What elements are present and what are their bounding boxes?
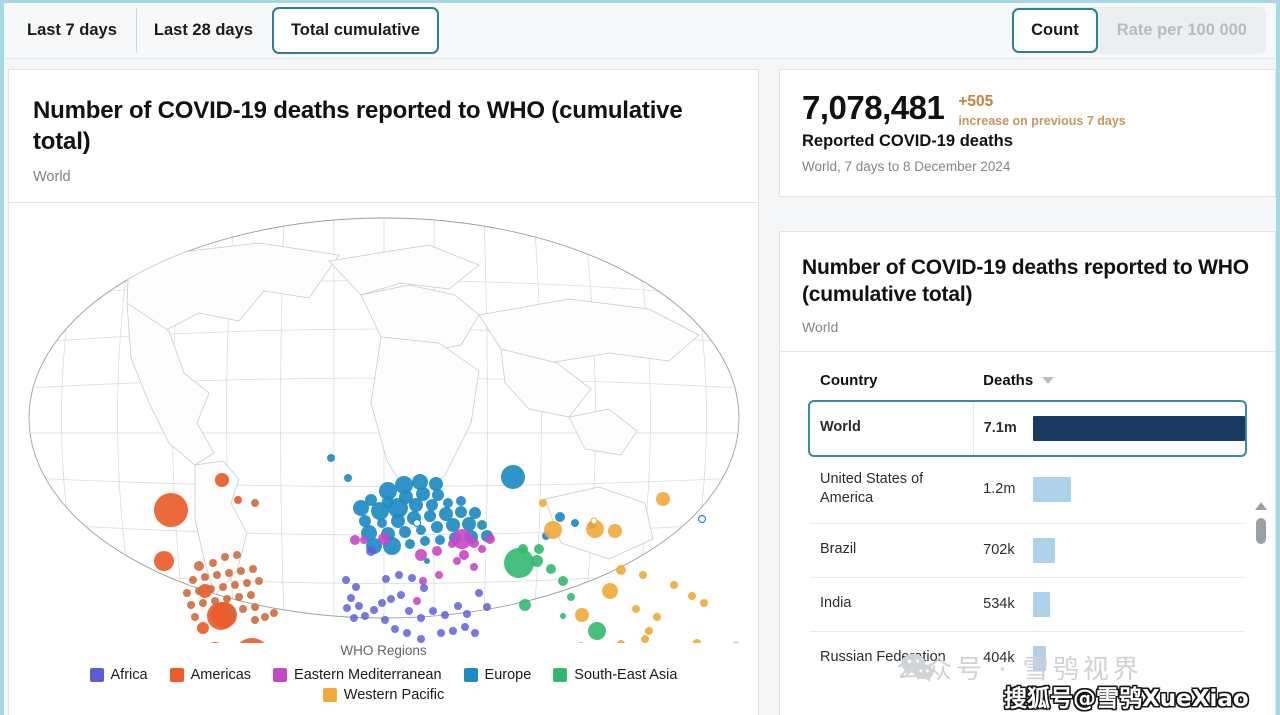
table-scroll-region[interactable]: Country Deaths World 7.1m United States … — [780, 352, 1275, 685]
bar-russian-federation — [1033, 645, 1046, 671]
period-tab-group: Last 7 days Last 28 days Total cumulativ… — [8, 7, 439, 55]
cell-deaths-bar — [1025, 454, 1245, 524]
column-header-deaths[interactable]: Deaths — [973, 368, 1245, 402]
table-scrollbar[interactable] — [1255, 501, 1267, 715]
table-row[interactable]: United States of America 1.2m — [810, 454, 1245, 524]
table-row[interactable]: India 534k — [810, 576, 1245, 632]
cell-country: India — [810, 576, 974, 632]
legend-swatch-eastern-mediterranean — [273, 668, 288, 682]
cell-deaths-bar — [1025, 576, 1245, 632]
map-card-header: Number of COVID-19 deaths reported to WH… — [9, 70, 758, 203]
legend-swatch-western-pacific — [322, 688, 337, 702]
legend-title: WHO Regions — [340, 643, 427, 658]
top-toolbar: Last 7 days Last 28 days Total cumulativ… — [4, 3, 1276, 59]
table-card-header: Number of COVID-19 deaths reported to WH… — [780, 232, 1275, 352]
table-header-row: Country Deaths — [810, 368, 1245, 402]
cell-deaths-value: 404k — [973, 630, 1025, 685]
stat-top-row: 7,078,481 +505 increase on previous 7 da… — [802, 90, 1253, 128]
scroll-up-arrow-icon[interactable] — [1255, 501, 1267, 510]
legend-label-western-pacific: Western Pacific — [343, 687, 445, 703]
bar-brazil — [1033, 537, 1055, 563]
legend-label-africa: Africa — [110, 667, 148, 683]
table-head: Country Deaths — [810, 368, 1245, 402]
country-table-card: Number of COVID-19 deaths reported to WH… — [779, 231, 1276, 715]
legend-item-western-pacific[interactable]: Western Pacific — [322, 687, 445, 703]
cell-country: Brazil — [810, 522, 974, 578]
tab-total-cumulative[interactable]: Total cumulative — [271, 7, 439, 54]
bar-world — [1033, 415, 1245, 441]
legend-label-americas: Americas — [190, 667, 252, 683]
scrollbar-thumb[interactable] — [1256, 517, 1266, 544]
measure-toggle: Count Rate per 100 000 — [1012, 7, 1266, 54]
stat-delta-block: +505 increase on previous 7 days — [958, 90, 1125, 128]
legend-label-eastern-mediterranean: Eastern Mediterranean — [294, 667, 442, 683]
legend-label-south-east-asia: South-East Asia — [574, 667, 678, 683]
cell-country: United States of America — [810, 454, 974, 524]
legend-label-europe: Europe — [484, 667, 532, 683]
stat-meta-text: World, 7 days to 8 December 2024 — [802, 159, 1011, 174]
table-row[interactable]: World 7.1m — [808, 399, 1247, 458]
table-body: World 7.1m United States of America 1.2m — [808, 399, 1247, 685]
table-row[interactable]: Russian Federation 404k — [810, 630, 1245, 685]
legend-swatch-americas — [169, 668, 184, 682]
measure-tab-group: Count Rate per 100 000 — [1012, 7, 1266, 55]
country-deaths-table: Country Deaths World 7.1m United States … — [808, 368, 1247, 685]
legend-item-europe[interactable]: Europe — [463, 667, 532, 683]
tab-rate-per-100000[interactable]: Rate per 100 000 — [1098, 8, 1266, 53]
cell-deaths-value: 1.2m — [973, 454, 1025, 524]
cell-deaths-value: 534k — [973, 576, 1025, 632]
column-header-country[interactable]: Country — [810, 368, 973, 402]
legend-swatch-south-east-asia — [553, 668, 568, 682]
bar-india — [1033, 591, 1050, 617]
map-legend: WHO Regions Africa Americas Eastern Medi… — [9, 643, 758, 705]
map-card-title: Number of COVID-19 deaths reported to WH… — [33, 97, 683, 155]
legend-swatch-africa — [89, 668, 104, 682]
world-bubble-map[interactable]: WHO Regions Africa Americas Eastern Medi… — [9, 203, 758, 715]
stat-delta-label: increase on previous 7 days — [958, 114, 1126, 128]
tab-count[interactable]: Count — [1012, 8, 1098, 53]
table-card-subtitle: World — [802, 318, 839, 335]
map-card-subtitle: World — [33, 169, 71, 186]
cell-deaths-bar — [1025, 522, 1245, 578]
legend-swatch-europe — [463, 668, 478, 682]
table-card-title: Number of COVID-19 deaths reported to WH… — [802, 256, 1249, 307]
legend-row-secondary: Western Pacific — [9, 685, 758, 705]
legend-item-americas[interactable]: Americas — [169, 667, 252, 683]
legend-row-primary: Africa Americas Eastern Mediterranean Eu… — [9, 665, 758, 685]
cell-deaths-bar — [1025, 630, 1245, 685]
cell-deaths-value: 702k — [973, 522, 1025, 578]
stat-delta-value: +505 — [958, 93, 994, 110]
tab-last-7-days[interactable]: Last 7 days — [8, 7, 136, 54]
map-card: Number of COVID-19 deaths reported to WH… — [8, 69, 759, 715]
column-header-deaths-label: Deaths — [983, 371, 1034, 389]
cell-country: Russian Federation — [810, 630, 974, 685]
cell-deaths-value: 7.1m — [983, 420, 1017, 437]
summary-stat-card: 7,078,481 +505 increase on previous 7 da… — [779, 69, 1276, 197]
table-row[interactable]: Brazil 702k — [810, 522, 1245, 578]
dashboard-root: Last 7 days Last 28 days Total cumulativ… — [0, 0, 1280, 715]
legend-item-eastern-mediterranean[interactable]: Eastern Mediterranean — [273, 667, 442, 683]
cell-deaths-bar — [1025, 402, 1245, 456]
bar-usa — [1033, 476, 1071, 502]
legend-item-south-east-asia[interactable]: South-East Asia — [553, 667, 677, 683]
stat-total-value: 7,078,481 — [802, 89, 945, 126]
sort-descending-icon[interactable] — [1042, 376, 1055, 384]
stat-metric-label: Reported COVID-19 deaths — [802, 132, 1013, 150]
tab-last-28-days[interactable]: Last 28 days — [135, 7, 272, 54]
legend-item-africa[interactable]: Africa — [89, 667, 148, 683]
cell-country: World — [810, 401, 974, 456]
map-bubbles-layer — [154, 454, 739, 643]
